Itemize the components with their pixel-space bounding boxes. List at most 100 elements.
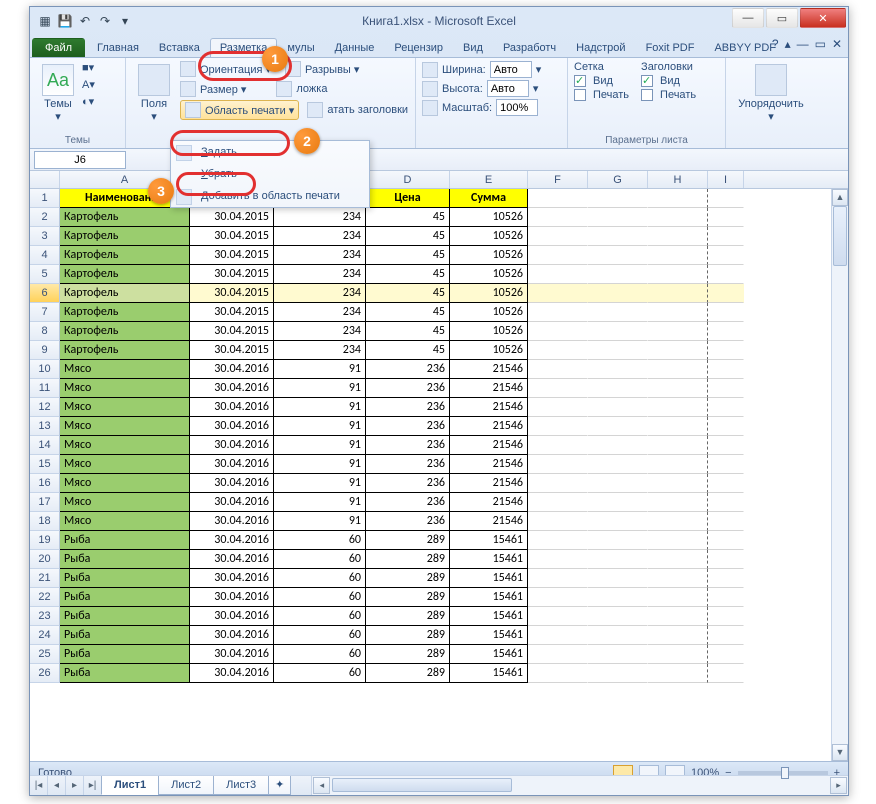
cell[interactable]: 91	[274, 455, 366, 474]
cell[interactable]: Рыба	[60, 531, 190, 550]
cell[interactable]	[588, 208, 648, 227]
cell[interactable]: Мясо	[60, 379, 190, 398]
width-input[interactable]	[490, 61, 532, 78]
cell[interactable]	[708, 322, 744, 341]
cell[interactable]	[708, 569, 744, 588]
cell[interactable]: 236	[366, 398, 450, 417]
cell[interactable]: Мясо	[60, 417, 190, 436]
cell[interactable]: 30.04.2016	[190, 436, 274, 455]
cell[interactable]: 30.04.2015	[190, 246, 274, 265]
row-header[interactable]: 26	[30, 664, 60, 683]
cell[interactable]: 236	[366, 436, 450, 455]
cell[interactable]	[528, 531, 588, 550]
cell[interactable]: 234	[274, 265, 366, 284]
cell[interactable]: 10526	[450, 265, 528, 284]
cell[interactable]: 236	[366, 512, 450, 531]
headings-print-checkbox[interactable]: Печать	[641, 88, 696, 102]
cell[interactable]	[708, 531, 744, 550]
cell[interactable]: 91	[274, 398, 366, 417]
row-header[interactable]: 18	[30, 512, 60, 531]
cell[interactable]	[648, 569, 708, 588]
cell[interactable]: 234	[274, 284, 366, 303]
cell[interactable]: 45	[366, 208, 450, 227]
cell[interactable]	[648, 436, 708, 455]
cell[interactable]	[528, 379, 588, 398]
cell[interactable]: 289	[366, 569, 450, 588]
cell[interactable]: Мясо	[60, 360, 190, 379]
cell[interactable]: 30.04.2016	[190, 569, 274, 588]
cell[interactable]	[708, 303, 744, 322]
cell[interactable]: 10526	[450, 303, 528, 322]
cell[interactable]: Рыба	[60, 645, 190, 664]
cell[interactable]	[708, 664, 744, 683]
cell[interactable]: 30.04.2016	[190, 455, 274, 474]
cell[interactable]: 289	[366, 626, 450, 645]
cell[interactable]: 30.04.2016	[190, 664, 274, 683]
row-header[interactable]: 4	[30, 246, 60, 265]
hscroll-thumb[interactable]	[332, 778, 512, 792]
cell[interactable]	[708, 645, 744, 664]
cell[interactable]: 236	[366, 379, 450, 398]
cell[interactable]	[648, 626, 708, 645]
cell[interactable]: 30.04.2015	[190, 208, 274, 227]
cell[interactable]: 15461	[450, 664, 528, 683]
cell[interactable]: 45	[366, 303, 450, 322]
theme-colors[interactable]: ■▾	[82, 60, 95, 75]
cell[interactable]: 30.04.2015	[190, 265, 274, 284]
doc-minimize-icon[interactable]: —	[797, 37, 809, 51]
sheet-tab-3[interactable]: Лист3	[213, 776, 269, 795]
select-all-button[interactable]	[30, 171, 60, 188]
cell[interactable]	[588, 265, 648, 284]
cell[interactable]	[708, 417, 744, 436]
cell[interactable]	[648, 417, 708, 436]
cell[interactable]	[708, 341, 744, 360]
cell[interactable]: 30.04.2016	[190, 493, 274, 512]
cell[interactable]: 21546	[450, 474, 528, 493]
cell[interactable]	[708, 550, 744, 569]
cell[interactable]	[648, 227, 708, 246]
cell[interactable]: 91	[274, 417, 366, 436]
cell[interactable]	[588, 493, 648, 512]
cell[interactable]	[708, 474, 744, 493]
row-header[interactable]: 7	[30, 303, 60, 322]
cell[interactable]	[528, 360, 588, 379]
cell[interactable]: 234	[274, 208, 366, 227]
cell[interactable]	[588, 645, 648, 664]
cell[interactable]	[648, 341, 708, 360]
cell[interactable]: Картофель	[60, 246, 190, 265]
cell[interactable]	[648, 379, 708, 398]
first-sheet-button[interactable]: |◂	[30, 776, 48, 795]
cell[interactable]: 30.04.2015	[190, 303, 274, 322]
cell[interactable]	[588, 246, 648, 265]
row-header[interactable]: 10	[30, 360, 60, 379]
close-button[interactable]: ✕	[800, 8, 846, 28]
header-cell[interactable]: Сумма	[450, 189, 528, 208]
maximize-button[interactable]: ▭	[766, 8, 798, 28]
cell[interactable]	[528, 645, 588, 664]
cell[interactable]: 21546	[450, 493, 528, 512]
cell[interactable]: 60	[274, 664, 366, 683]
cell[interactable]	[648, 303, 708, 322]
cell[interactable]: Мясо	[60, 512, 190, 531]
row-header[interactable]: 17	[30, 493, 60, 512]
cell[interactable]	[528, 398, 588, 417]
tab-developer[interactable]: Разработч	[493, 38, 566, 57]
print-area-button[interactable]: Область печати ▾	[180, 100, 299, 120]
cell[interactable]: 15461	[450, 569, 528, 588]
cell[interactable]	[528, 626, 588, 645]
sheet-tab-2[interactable]: Лист2	[158, 776, 214, 795]
cell[interactable]	[528, 436, 588, 455]
row-header[interactable]: 8	[30, 322, 60, 341]
tab-home[interactable]: Главная	[87, 38, 149, 57]
cell[interactable]: 30.04.2016	[190, 607, 274, 626]
cell[interactable]	[588, 626, 648, 645]
cell[interactable]: 10526	[450, 246, 528, 265]
cell[interactable]	[588, 550, 648, 569]
prev-sheet-button[interactable]: ◂	[48, 776, 66, 795]
cell[interactable]	[588, 531, 648, 550]
cell[interactable]	[648, 493, 708, 512]
arrange-button[interactable]: Упорядочить▾	[732, 60, 810, 127]
row-header[interactable]: 1	[30, 189, 60, 208]
cell[interactable]	[528, 474, 588, 493]
cell[interactable]: Рыба	[60, 607, 190, 626]
